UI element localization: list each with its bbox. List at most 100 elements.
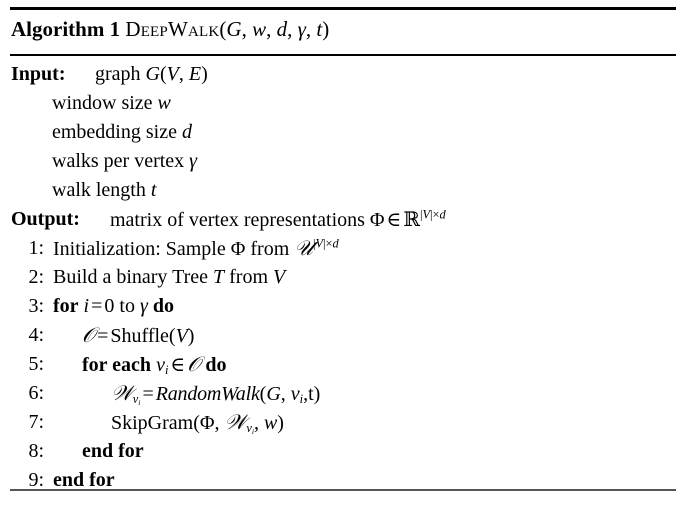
set-R: ℝ: [403, 207, 420, 231]
var-E: E: [188, 63, 202, 85]
algorithm-float: Algorithm 1 DeepWalk(G, w, d, γ, t) Inpu…: [0, 0, 687, 508]
op-eq-for: =: [91, 295, 103, 317]
step-line-1: 1: Initialization: Sample Φ from 𝒰|V|×d: [0, 234, 687, 263]
output-line: Output: matrix of vertex representations…: [0, 205, 687, 234]
set-O-foreach: 𝒪: [187, 352, 201, 376]
op-in-foreach: ∈: [170, 354, 186, 376]
step-body-1: Initialization: Sample Φ from 𝒰|V|×d: [53, 234, 339, 264]
var-Phi-output: Φ: [369, 209, 385, 231]
var-V-init: V: [315, 236, 324, 251]
input-walk-length-text: walk length t: [52, 176, 156, 205]
step-body-6: 𝒲vi = RandomWalk(G, vi,t): [111, 379, 320, 409]
title-arg-w: w: [252, 17, 267, 41]
init-word: Initialization:: [53, 238, 161, 260]
var-t: t: [150, 179, 157, 201]
do-keyword-1: do: [152, 295, 174, 317]
paren-close-walk: ): [313, 383, 321, 405]
matrix-of-label: matrix of vertex representations: [110, 209, 365, 231]
op-times-init: ×: [325, 236, 333, 251]
var-w: w: [157, 92, 171, 114]
step-number-4: 4:: [28, 324, 44, 346]
step-body-5: for each vi ∈𝒪 do: [82, 350, 226, 380]
do-keyword-2: do: [205, 354, 227, 376]
step-body-4: 𝒪 = Shuffle(V): [82, 321, 194, 351]
set-W: 𝒲: [111, 381, 133, 405]
title-arg-gamma: γ: [297, 17, 306, 41]
randomwalk-function: RandomWalk: [155, 383, 260, 405]
algorithm-body: Input: graph G(V, E) window size w embed…: [0, 60, 687, 495]
var-V: V: [166, 63, 179, 85]
op-eq-shuffle: =: [97, 325, 109, 347]
num-zero: 0: [104, 295, 115, 317]
var-w-skipgram: w: [263, 412, 278, 434]
input-embedding-size-line: embedding size d: [0, 118, 687, 147]
embedding-size-label: embedding size: [52, 121, 177, 143]
paren-open-skipgram: (: [193, 412, 200, 434]
step-line-7: 7: SkipGram(Φ, 𝒲vi, w): [0, 408, 687, 437]
var-d: d: [181, 121, 192, 143]
set-O: 𝒪: [82, 323, 96, 347]
rule-bottom: [10, 489, 676, 491]
var-v-foreach: v: [156, 354, 165, 376]
var-V-build: V: [273, 266, 286, 288]
input-walk-length-line: walk length t: [0, 176, 687, 205]
step-number-2: 2:: [28, 266, 44, 288]
step-line-4: 4: 𝒪 = Shuffle(V): [0, 321, 687, 350]
input-window-size-line: window size w: [0, 89, 687, 118]
step-line-6: 6: 𝒲vi = RandomWalk(G, vi,t): [0, 379, 687, 408]
step-body-2: Build a binary Tree T from V: [53, 263, 285, 292]
step-body-8: end for: [82, 440, 144, 462]
input-line: Input: graph G(V, E): [0, 60, 687, 89]
paren-close-shuffle: ): [187, 325, 195, 347]
sample-word: Sample: [165, 238, 226, 260]
window-size-label: window size: [52, 92, 153, 114]
for-each-keyword: for each: [82, 354, 152, 376]
input-graph-text: graph G(V, E): [95, 60, 208, 89]
var-Phi-init: Φ: [230, 238, 246, 260]
step-line-5: 5: for each vi ∈𝒪 do: [0, 350, 687, 379]
title-arg-d: d: [276, 17, 288, 41]
step-number-6: 6:: [28, 382, 44, 404]
to-keyword: to: [119, 295, 135, 317]
step-number-8: 8:: [28, 440, 44, 462]
step-number-3: 3:: [28, 295, 44, 317]
output-text: matrix of vertex representations Φ ∈ ℝ|V|×…: [110, 205, 446, 235]
algorithm-name: DeepWalk: [125, 17, 220, 41]
algorithm-title: Algorithm 1 DeepWalk(G, w, d, γ, t): [11, 16, 329, 42]
set-U: 𝒰: [294, 236, 313, 260]
rule-top: [10, 7, 676, 10]
step-line-3: 3: for i = 0 to γ do: [0, 292, 687, 321]
build-word: Build a binary Tree: [53, 266, 208, 288]
paren-open-shuffle: (: [168, 325, 176, 347]
for-keyword: for: [53, 295, 79, 317]
paren-close-graph: ): [201, 63, 208, 85]
input-walks-per-vertex-text: walks per vertex γ: [52, 147, 197, 176]
var-T: T: [213, 266, 225, 288]
step-body-7: SkipGram(Φ, 𝒲vi, w): [111, 408, 284, 438]
title-arg-G: G: [226, 17, 242, 41]
var-V-shuffle: V: [175, 325, 188, 347]
from-word-2: from: [229, 266, 269, 288]
skipgram-function: SkipGram: [111, 412, 194, 434]
step-line-2: 2: Build a binary Tree T from V: [0, 263, 687, 292]
walks-per-vertex-label: walks per vertex: [52, 150, 185, 172]
var-gamma: γ: [189, 150, 198, 172]
input-label: Input:: [11, 63, 66, 85]
walk-length-label: walk length: [52, 179, 146, 201]
op-in-output: ∈: [386, 209, 402, 231]
output-label: Output:: [11, 208, 80, 230]
step-number-5: 5:: [28, 353, 44, 375]
output-exponent: |V|×d: [420, 207, 446, 221]
paren-open-graph: (: [160, 63, 167, 85]
op-eq-walk: =: [142, 383, 154, 405]
var-d-out: d: [439, 207, 446, 222]
rule-middle: [10, 54, 676, 56]
paren-close-title: ): [322, 17, 330, 41]
graph-word: graph: [95, 63, 141, 85]
var-v-walk: v: [290, 383, 300, 405]
step-line-8: 8: end for: [0, 437, 687, 466]
input-embedding-size-text: embedding size d: [52, 118, 192, 147]
var-Phi-skipgram: Φ: [199, 412, 215, 434]
shuffle-function: Shuffle: [110, 325, 169, 347]
paren-close-skipgram: ): [277, 412, 284, 434]
